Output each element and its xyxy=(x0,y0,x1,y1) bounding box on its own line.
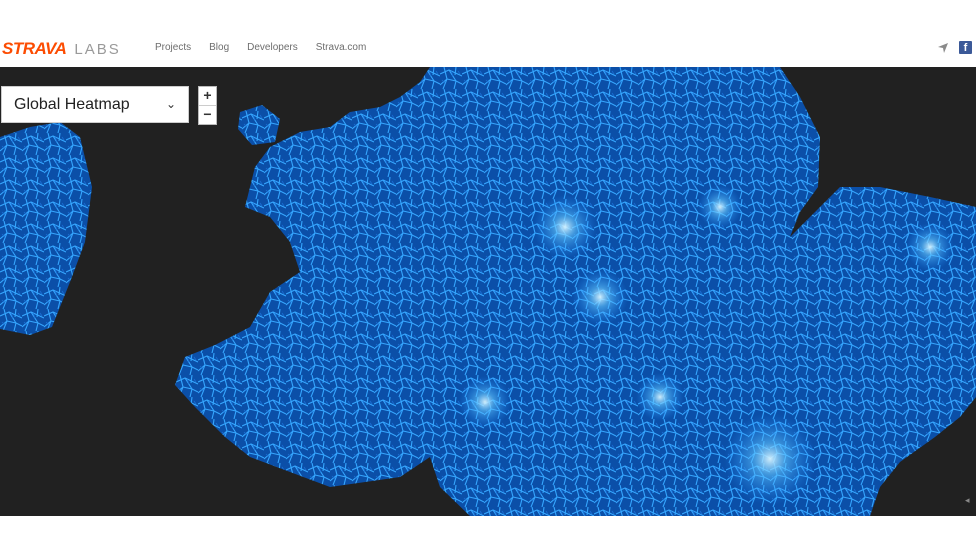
zoom-control: + − xyxy=(198,86,217,125)
landmass-ireland xyxy=(0,122,92,335)
heatmap-layer xyxy=(0,67,976,516)
hotspot-midlands xyxy=(572,269,628,325)
nav-link-projects[interactable]: Projects xyxy=(155,42,191,53)
zoom-in-button[interactable]: + xyxy=(199,87,216,105)
hotspot-south xyxy=(636,373,684,421)
hotspot-north xyxy=(533,195,597,259)
location-arrow-icon[interactable] xyxy=(937,42,949,54)
map-corner-icon[interactable]: ◂ xyxy=(965,495,974,505)
main-nav: Projects Blog Developers Strava.com xyxy=(155,42,384,53)
layer-selector[interactable]: Global Heatmap ⌄ xyxy=(1,86,189,123)
brand-labs: LABS xyxy=(74,40,121,58)
chevron-down-icon: ⌄ xyxy=(165,97,176,111)
hotspot-east xyxy=(906,223,954,271)
top-margin xyxy=(0,0,976,30)
nav-link-developers[interactable]: Developers xyxy=(247,42,298,53)
brand-logo[interactable]: STRAVA LABS xyxy=(2,39,121,59)
zoom-out-button[interactable]: − xyxy=(199,105,216,124)
brand-strava: STRAVA xyxy=(2,39,67,58)
heatmap-canvas[interactable]: Global Heatmap ⌄ + − ◂ xyxy=(0,67,976,516)
hotspot-london xyxy=(724,413,816,505)
hotspot-west xyxy=(459,376,511,428)
facebook-icon[interactable]: f xyxy=(959,41,972,54)
landmass-island xyxy=(238,105,280,145)
hotspot-center xyxy=(698,185,742,229)
bottom-margin xyxy=(0,516,976,549)
nav-link-strava[interactable]: Strava.com xyxy=(316,42,367,53)
nav-link-blog[interactable]: Blog xyxy=(209,42,229,53)
site-header: STRAVA LABS Projects Blog Developers Str… xyxy=(0,30,976,67)
layer-selector-label: Global Heatmap xyxy=(14,96,130,113)
header-icons: f xyxy=(937,41,972,54)
